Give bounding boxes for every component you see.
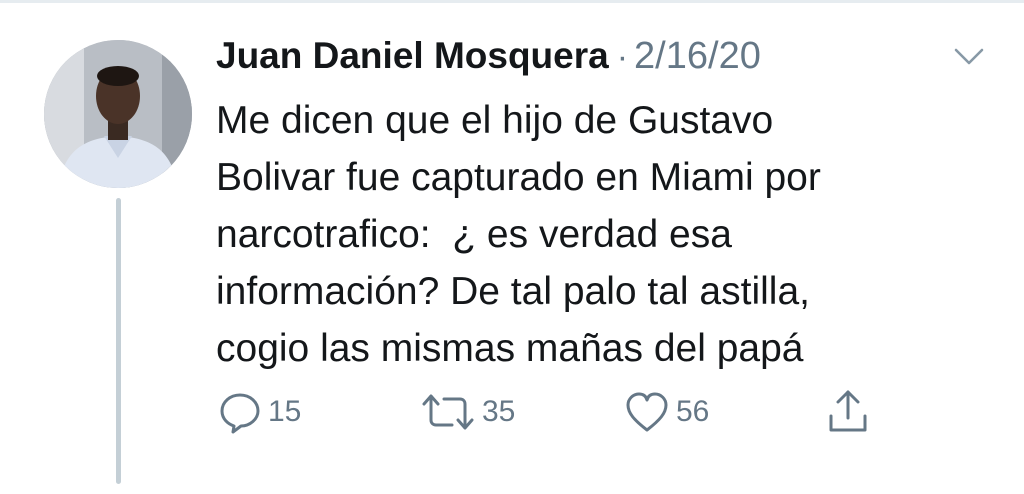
- dot-separator: ·: [616, 38, 629, 76]
- thread-line: [116, 198, 121, 484]
- retweet-icon: [420, 390, 476, 434]
- tweet-text: Me dicen que el hijo de Gustavo Bolivar …: [216, 92, 976, 377]
- reply-count: 15: [268, 395, 302, 428]
- avatar[interactable]: [44, 40, 192, 188]
- tweet-text-line: información? De tal palo tal astilla,: [216, 270, 810, 313]
- avatar-image: [44, 40, 192, 188]
- tweet-header: Juan Daniel Mosquera · 2/16/20: [216, 35, 761, 83]
- tweet-text-line: cogio las mismas mañas del papá: [216, 327, 804, 370]
- heart-icon: [624, 390, 670, 434]
- tweet-date[interactable]: 2/16/20: [634, 35, 761, 78]
- like-button[interactable]: 56: [624, 388, 709, 436]
- tweet-text-line: narcotrafico: ¿ es verdad esa: [216, 213, 732, 256]
- share-button[interactable]: [826, 388, 870, 436]
- retweet-button[interactable]: 35: [420, 388, 515, 436]
- reply-icon: [218, 390, 262, 434]
- tweet-text-line: Bolivar fue capturado en Miami por: [216, 156, 821, 199]
- tweet-text-line: Me dicen que el hijo de Gustavo: [216, 99, 774, 142]
- share-icon: [826, 388, 870, 436]
- top-divider: [0, 0, 1024, 3]
- author-name[interactable]: Juan Daniel Mosquera: [216, 35, 609, 77]
- chevron-down-icon[interactable]: [952, 45, 986, 69]
- tweet-actions: 15 35 56: [216, 388, 876, 436]
- reply-button[interactable]: 15: [218, 388, 301, 436]
- retweet-count: 35: [482, 395, 516, 428]
- like-count: 56: [676, 395, 710, 428]
